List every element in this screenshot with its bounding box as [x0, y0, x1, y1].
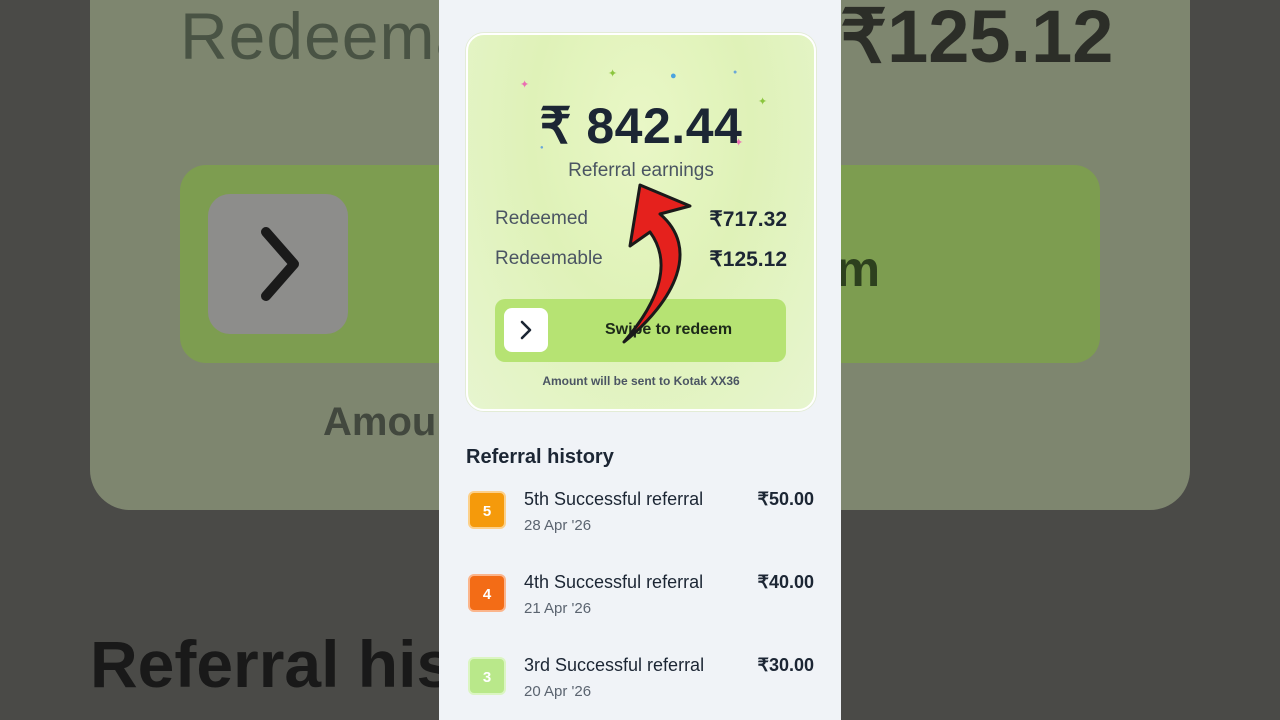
chevron-right-icon [520, 320, 532, 340]
dot-icon: ● [670, 70, 677, 82]
referral-title: 3rd Successful referral [524, 655, 705, 675]
background-history-title: Referral his [90, 627, 454, 701]
redeemable-label: Redeemable [495, 248, 603, 269]
referral-date: 28 Apr '26 [524, 517, 592, 534]
background-redeemable-label: Redeema [180, 0, 474, 73]
referral-number-badge: 3 [468, 657, 506, 695]
referral-number-badge: 5 [468, 491, 506, 529]
list-item[interactable]: 4 4th Successful referral 21 Apr '26 ₹40… [466, 572, 814, 632]
referral-date: 21 Apr '26 [524, 600, 592, 617]
earnings-card: ✦ ✦ ● ● ✦ ✦ ● ₹ 842.44 Referral earnings… [466, 33, 816, 411]
sparkle-icon: ✦ [520, 79, 530, 91]
swipe-to-redeem-label: Swipe to redeem [605, 321, 733, 338]
referral-title: 5th Successful referral [524, 489, 704, 509]
payout-note: Amount will be sent to Kotak XX36 [542, 374, 740, 388]
referral-date: 20 Apr '26 [524, 683, 592, 700]
redeemable-value: ₹125.12 [709, 248, 787, 271]
swipe-handle[interactable] [504, 308, 548, 352]
background-redeemable-amount: ₹125.12 [840, 0, 1114, 78]
referral-earnings-label: Referral earnings [568, 160, 714, 181]
background-chevron-icon [208, 194, 348, 334]
redeemed-label: Redeemed [495, 208, 588, 229]
list-item[interactable]: 5 5th Successful referral 28 Apr '26 ₹50… [466, 489, 814, 549]
referral-amount: ₹30.00 [757, 655, 815, 675]
referral-history-title: Referral history [466, 446, 614, 468]
dot-icon: ● [733, 69, 738, 76]
referral-title: 4th Successful referral [524, 572, 704, 592]
phone-screen: ✦ ✦ ● ● ✦ ✦ ● ₹ 842.44 Referral earnings… [439, 0, 841, 720]
swipe-to-redeem-slider[interactable]: Swipe to redeem [495, 299, 786, 362]
sparkle-icon: ✦ [608, 68, 618, 80]
referral-number-badge: 4 [468, 574, 506, 612]
referral-earnings-amount: ₹ 842.44 [539, 98, 743, 154]
redeemed-value: ₹717.32 [709, 208, 787, 231]
referral-amount: ₹40.00 [757, 572, 815, 592]
referral-amount: ₹50.00 [757, 489, 815, 509]
list-item[interactable]: 3 3rd Successful referral 20 Apr '26 ₹30… [466, 655, 814, 715]
